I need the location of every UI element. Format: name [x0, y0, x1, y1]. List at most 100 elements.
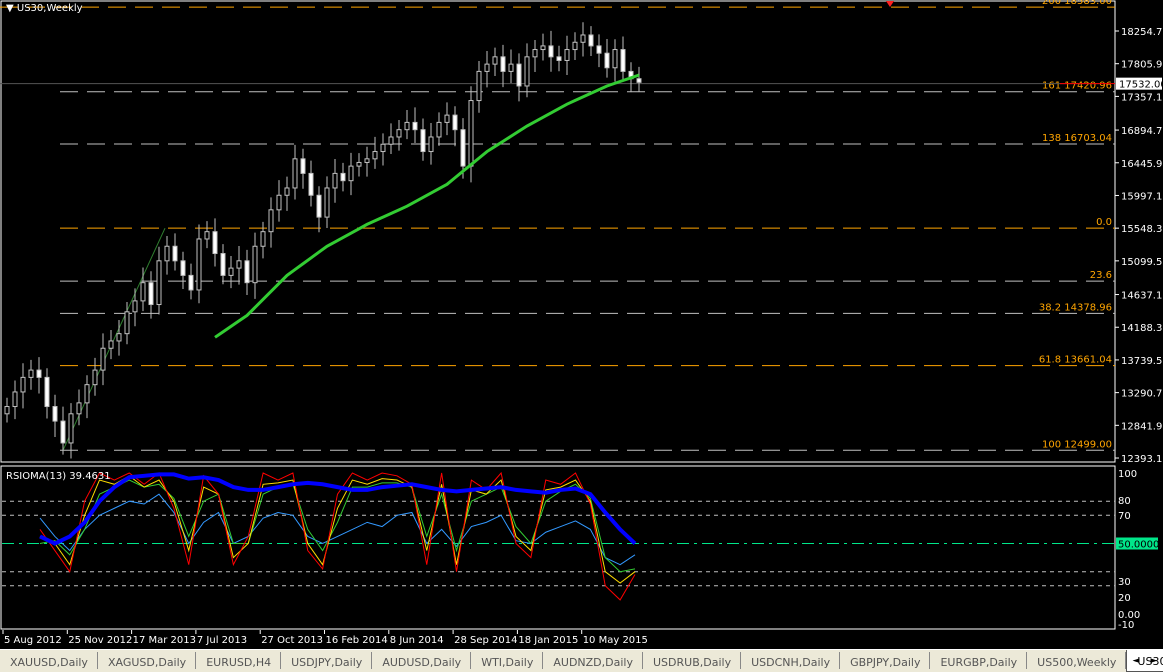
tab-usdrub-daily[interactable]: USDRUB,Daily — [643, 652, 742, 669]
candle — [612, 39, 618, 82]
candle — [372, 136, 378, 169]
candle — [396, 120, 402, 151]
price-tick: 18254.70 — [1121, 27, 1163, 38]
candle — [4, 397, 10, 423]
candle — [548, 30, 554, 72]
main-pane — [0, 0, 1116, 463]
candle — [588, 26, 594, 57]
tab-eurgbp-daily[interactable]: EURGBP,Daily — [930, 652, 1028, 669]
level-50-badge: 50.0000 — [1118, 540, 1159, 551]
candle — [276, 180, 282, 222]
candle — [564, 35, 570, 76]
fib-level-label: 200 18583.00 — [1042, 0, 1112, 7]
candle — [444, 102, 450, 136]
candle — [420, 118, 426, 161]
candle — [388, 123, 394, 155]
candle — [356, 153, 362, 177]
candle — [452, 106, 458, 147]
price-tick: 12393.10 — [1121, 454, 1163, 465]
fib-level-label: 100 12499.00 — [1042, 439, 1112, 450]
price-tick: 13290.70 — [1121, 389, 1163, 400]
date-tick: 27 Oct 2013 — [261, 635, 323, 646]
candle — [492, 47, 498, 76]
date-tick: 28 Sep 2014 — [454, 635, 517, 646]
candle — [540, 33, 546, 61]
indicator-tick: 70 — [1118, 511, 1131, 522]
candle — [284, 176, 290, 211]
tab-xagusd-daily[interactable]: XAGUSD,Daily — [98, 652, 197, 669]
candle — [556, 45, 562, 72]
price-tick: 14637.10 — [1121, 291, 1163, 302]
candle — [332, 159, 338, 203]
indicator-tick: 30 — [1118, 577, 1131, 588]
candle — [380, 133, 386, 166]
candle — [580, 22, 586, 57]
candle — [236, 246, 242, 285]
candle — [508, 49, 514, 83]
fib-level-label: 61.8 13661.04 — [1039, 355, 1112, 366]
candle — [156, 246, 162, 315]
fib-level-label: 23.6 — [1090, 270, 1112, 281]
tab-usdjpy-daily[interactable]: USDJPY,Daily — [281, 652, 373, 669]
candle — [44, 368, 50, 419]
candle — [148, 271, 154, 319]
candle — [364, 146, 370, 177]
candle — [316, 186, 322, 233]
tab-wti-daily[interactable]: WTI,Daily — [471, 652, 544, 669]
candle — [108, 329, 114, 360]
trend-line[interactable] — [62, 227, 166, 451]
candle — [220, 244, 226, 285]
candle — [572, 32, 578, 60]
tab-audusd-daily[interactable]: AUDUSD,Daily — [372, 652, 472, 669]
chart-window[interactable]: 18254.70 17805.90 17357.10 16894.70 16445.90… — [0, 0, 1163, 649]
candle — [20, 363, 26, 409]
candle — [84, 375, 90, 419]
candle — [596, 34, 602, 68]
date-tick: 17 Mar 2013 — [133, 635, 196, 646]
tab-audnzd-daily[interactable]: AUDNZD,Daily — [543, 652, 643, 669]
fib-level-label: 0.0 — [1096, 217, 1112, 228]
fib-level-label: 38.2 14378.96 — [1039, 302, 1112, 313]
indicator-title: RSIOMA(13) 39.4631 — [6, 471, 111, 482]
candle — [484, 51, 490, 88]
candle — [476, 60, 482, 113]
candle — [12, 380, 18, 420]
candle — [468, 86, 474, 183]
indicator-tick: -10 — [1118, 620, 1134, 631]
price-tick: 17357.10 — [1121, 92, 1163, 103]
candle — [428, 123, 434, 165]
date-tick: 7 Jul 2013 — [197, 635, 247, 646]
candle — [164, 236, 170, 275]
tab-scroll: ◄ ► — [1127, 650, 1163, 672]
tab-xauusd-daily[interactable]: XAUUSD,Daily — [0, 652, 98, 669]
candle — [76, 389, 82, 426]
price-tick: 15997.10 — [1121, 191, 1163, 202]
candle — [228, 256, 234, 289]
tab-usdcnh-daily[interactable]: USDCNH,Daily — [741, 652, 841, 669]
tab-us500-weekly[interactable]: US500,Weekly — [1027, 652, 1127, 669]
alert-arrow-icon[interactable] — [886, 1, 894, 7]
candle — [412, 107, 418, 144]
fib-level-label: 138 16703.04 — [1042, 133, 1112, 144]
candle — [212, 218, 218, 267]
candle — [180, 251, 186, 289]
indicator-tick: 100 — [1118, 469, 1137, 480]
date-tick: 18 Jan 2015 — [518, 635, 578, 646]
menu-icon[interactable]: ▼ — [6, 3, 14, 14]
candle — [340, 162, 346, 192]
indicator-tick: 20 — [1118, 593, 1131, 604]
tab-gbpjpy-daily[interactable]: GBPJPY,Daily — [840, 652, 931, 669]
scroll-left-icon[interactable]: ◄ — [1133, 656, 1140, 666]
price-tick: 15099.50 — [1121, 257, 1163, 268]
current-price-label: 17532.00 — [1119, 80, 1163, 91]
date-tick: 8 Jun 2014 — [390, 635, 444, 646]
candle — [436, 112, 442, 146]
indicator-tick: 80 — [1118, 496, 1131, 507]
price-tick: 16445.90 — [1121, 159, 1163, 170]
date-tick: 16 Feb 2014 — [326, 635, 388, 646]
price-tick: 16894.70 — [1121, 126, 1163, 137]
price-tick: 14188.30 — [1121, 323, 1163, 334]
scroll-right-icon[interactable]: ► — [1151, 656, 1158, 666]
candle — [92, 357, 98, 396]
tab-eurusd-h4[interactable]: EURUSD,H4 — [196, 652, 282, 669]
